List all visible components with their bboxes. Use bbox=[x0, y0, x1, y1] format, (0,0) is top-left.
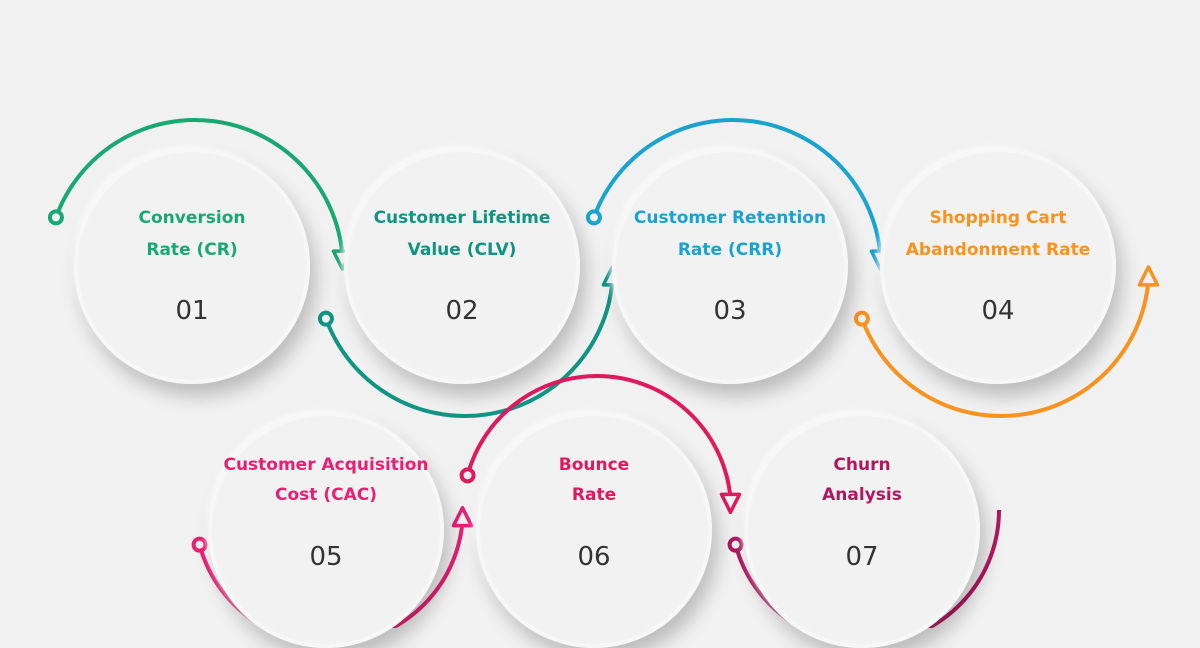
step-title-line1: Churn bbox=[833, 455, 891, 475]
step-title: Customer Retention Rate (CRR) bbox=[612, 202, 848, 266]
step-number: 03 bbox=[713, 296, 747, 326]
kpi-process-diagram: Conversion Rate (CR) 01 Customer Lifetim… bbox=[0, 0, 1200, 648]
start-dot-icon bbox=[47, 209, 64, 226]
step-title: Customer Acquisition Cost (CAC) bbox=[208, 450, 444, 510]
step-node-04: Shopping Cart Abandonment Rate 04 bbox=[880, 148, 1116, 384]
step-title-line2: Rate bbox=[571, 485, 617, 505]
step-title-line1: Shopping Cart bbox=[929, 208, 1067, 228]
step-number: 07 bbox=[845, 542, 879, 572]
step-title: Bounce Rate bbox=[476, 450, 712, 510]
step-node-07: Churn Analysis 07 bbox=[744, 412, 980, 648]
start-dot-icon bbox=[317, 310, 334, 327]
arrow-down-icon bbox=[719, 492, 742, 515]
step-node-03: Customer Retention Rate (CRR) 03 bbox=[612, 148, 848, 384]
start-dot-icon bbox=[459, 467, 476, 484]
step-title-line2: Rate (CRR) bbox=[677, 240, 783, 260]
start-dot-icon bbox=[853, 310, 870, 327]
step-title-line1: Customer Acquisition bbox=[223, 455, 429, 475]
start-dot-icon bbox=[727, 536, 744, 553]
step-title-line1: Conversion bbox=[138, 208, 246, 228]
step-number: 06 bbox=[577, 542, 611, 572]
step-number: 01 bbox=[175, 296, 209, 326]
step-title: Conversion Rate (CR) bbox=[74, 202, 310, 266]
step-title: Churn Analysis bbox=[744, 450, 980, 510]
step-number: 04 bbox=[981, 296, 1015, 326]
step-title-line2: Abandonment Rate bbox=[905, 240, 1091, 260]
start-dot-icon bbox=[585, 209, 602, 226]
step-number: 05 bbox=[309, 542, 343, 572]
arrow-up-icon bbox=[451, 505, 474, 528]
step-title-line1: Customer Lifetime bbox=[373, 208, 551, 228]
step-node-02: Customer Lifetime Value (CLV) 02 bbox=[344, 148, 580, 384]
step-node-06: Bounce Rate 06 bbox=[476, 412, 712, 648]
step-title: Shopping Cart Abandonment Rate bbox=[880, 202, 1116, 266]
step-title-line2: Value (CLV) bbox=[407, 240, 517, 260]
step-title-line2: Rate (CR) bbox=[146, 240, 238, 260]
step-title: Customer Lifetime Value (CLV) bbox=[344, 202, 580, 266]
step-number: 02 bbox=[445, 296, 479, 326]
step-node-05: Customer Acquisition Cost (CAC) 05 bbox=[208, 412, 444, 648]
step-title-line2: Cost (CAC) bbox=[275, 485, 377, 505]
start-dot-icon bbox=[191, 536, 208, 553]
step-title-line1: Bounce bbox=[558, 455, 630, 475]
step-title-line1: Customer Retention bbox=[633, 208, 827, 228]
step-node-01: Conversion Rate (CR) 01 bbox=[74, 148, 310, 384]
arrow-up-icon bbox=[1137, 265, 1160, 287]
step-title-line2: Analysis bbox=[822, 485, 902, 505]
